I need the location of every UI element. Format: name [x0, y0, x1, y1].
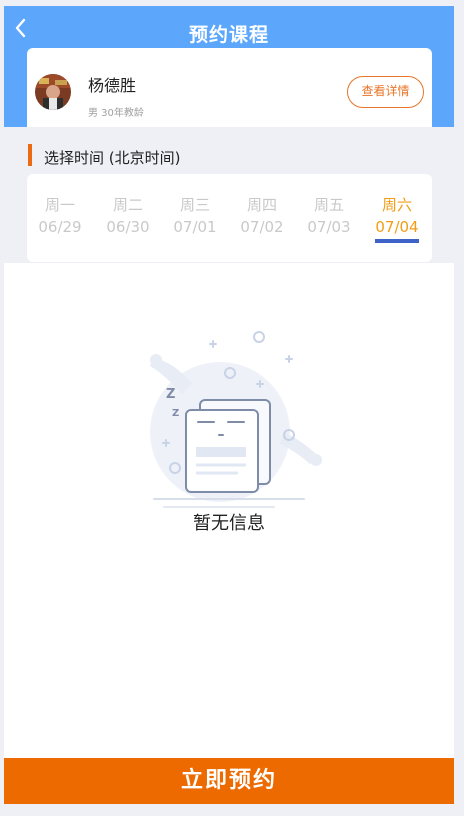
day-date: 06/30	[106, 218, 150, 236]
day-tab-wed[interactable]: 周三 07/01	[165, 194, 225, 238]
day-weekday: 周三	[179, 196, 210, 214]
book-now-button[interactable]: 立即预约	[4, 758, 454, 804]
section-marker	[28, 144, 32, 166]
day-date: 07/03	[307, 218, 351, 236]
view-details-button[interactable]: 查看详情	[347, 76, 424, 108]
day-tab-sat[interactable]: 周六 07/04	[367, 194, 427, 243]
day-tab-tue[interactable]: 周二 06/30	[98, 194, 158, 238]
empty-message: 暂无信息	[193, 513, 265, 534]
svg-text:Z: Z	[166, 387, 175, 402]
day-date: 07/02	[240, 218, 284, 236]
page-title: 预约课程	[188, 24, 269, 46]
day-date: 07/04	[375, 218, 419, 236]
avatar	[35, 74, 71, 110]
teacher-meta: 男 30年教龄	[88, 108, 144, 119]
day-tab-fri[interactable]: 周五 07/03	[299, 194, 359, 238]
day-weekday: 周一	[44, 196, 75, 214]
active-indicator	[375, 239, 419, 243]
teacher-card: 杨德胜 男 30年教龄 查看详情	[27, 48, 432, 137]
day-tab-thu[interactable]: 周四 07/02	[232, 194, 292, 238]
day-weekday: 周六	[381, 196, 412, 214]
day-weekday: 周二	[112, 196, 143, 214]
day-weekday: 周五	[313, 196, 344, 214]
date-selector: 周一 06/29 周二 06/30 周三 07/01 周四 07/02 周五 0…	[27, 174, 432, 262]
app-frame: 预约课程 杨德胜 男 30年教龄 查看详情 选择时间 (北京时间) 周一 06/…	[4, 6, 454, 804]
day-date: 07/01	[173, 218, 217, 236]
day-tab-mon[interactable]: 周一 06/29	[30, 194, 90, 238]
svg-text:Z: Z	[172, 408, 179, 419]
day-date: 06/29	[38, 218, 82, 236]
teacher-name: 杨德胜	[88, 76, 137, 95]
empty-documents-icon: Z Z	[134, 322, 324, 512]
section-title: 选择时间 (北京时间)	[44, 149, 181, 167]
header: 预约课程 杨德胜 男 30年教龄 查看详情	[4, 6, 454, 137]
day-weekday: 周四	[246, 196, 277, 214]
